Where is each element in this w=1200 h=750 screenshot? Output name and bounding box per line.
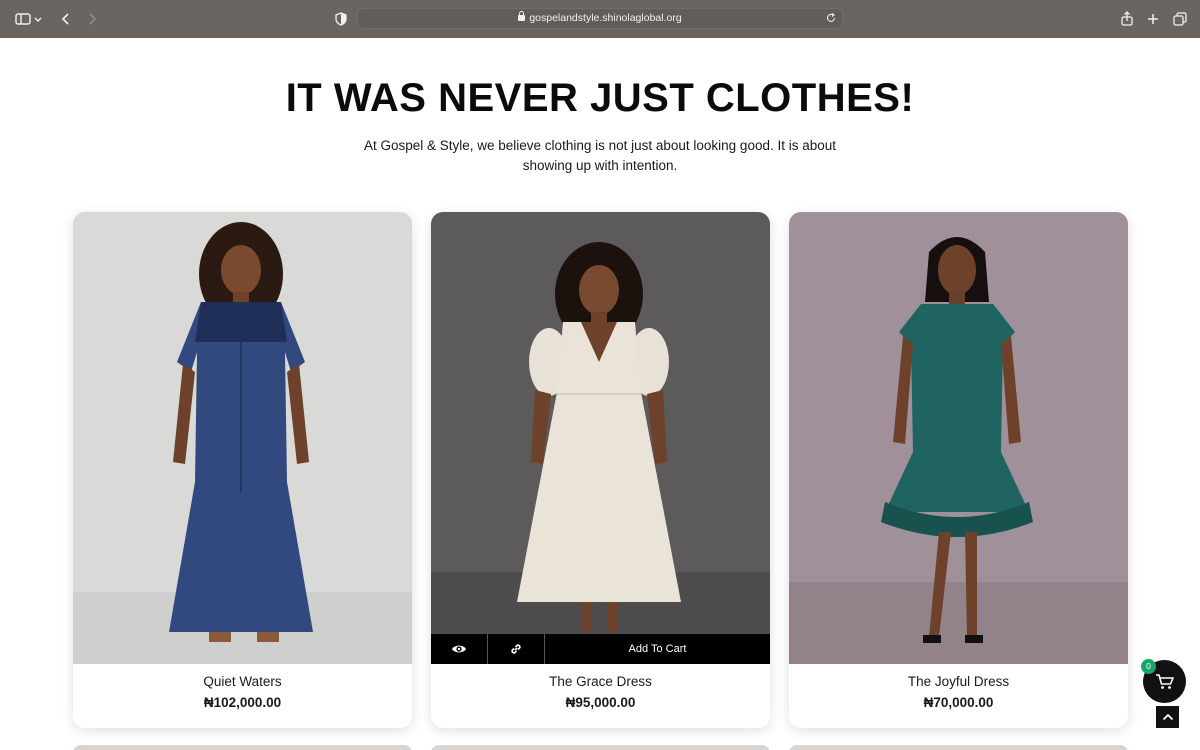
- product-card-next-row: [431, 745, 770, 750]
- quick-view-button[interactable]: [431, 634, 488, 664]
- reload-icon[interactable]: [825, 12, 837, 24]
- product-card-next-row: [73, 745, 412, 750]
- sidebar-toggle-icon[interactable]: [14, 10, 32, 28]
- eye-icon: [452, 645, 466, 653]
- url-text: gospelandstyle.shinolaglobal.org: [529, 12, 682, 24]
- lock-icon: [518, 11, 526, 21]
- product-name[interactable]: The Joyful Dress: [789, 674, 1128, 689]
- product-card[interactable]: Add To Cart The Grace Dress ₦95,000.00: [431, 212, 770, 728]
- address-bar[interactable]: gospelandstyle.shinolaglobal.org: [357, 8, 843, 29]
- product-price: ₦95,000.00: [565, 695, 636, 710]
- model-photo-grace-dress: [431, 212, 770, 664]
- product-card[interactable]: The Joyful Dress ₦70,000.00: [789, 212, 1128, 728]
- copy-link-button[interactable]: [488, 634, 545, 664]
- forward-icon[interactable]: [83, 10, 101, 28]
- product-price: ₦102,000.00: [203, 695, 282, 710]
- tab-overview-icon[interactable]: [1171, 10, 1189, 28]
- page-title: IT WAS NEVER JUST CLOTHES!: [285, 76, 915, 120]
- product-image[interactable]: [789, 212, 1128, 664]
- product-card-next-row: [789, 745, 1128, 750]
- product-name[interactable]: Quiet Waters: [73, 674, 412, 689]
- chevron-down-icon[interactable]: [33, 10, 43, 28]
- product-actions-bar: Add To Cart: [431, 634, 770, 664]
- product-card[interactable]: Quiet Waters ₦102,000.00: [73, 212, 412, 728]
- back-icon[interactable]: [57, 10, 75, 28]
- product-price: ₦70,000.00: [923, 695, 994, 710]
- hero-subtitle-line-2: showing up with intention.: [522, 158, 678, 173]
- share-icon[interactable]: [1118, 10, 1136, 28]
- new-tab-icon[interactable]: [1144, 10, 1162, 28]
- chevron-up-icon: [1162, 713, 1173, 721]
- cart-icon: [1155, 673, 1174, 689]
- back-to-top-button[interactable]: [1156, 706, 1179, 728]
- link-icon: [511, 644, 521, 654]
- hero-subtitle: At Gospel & Style, we believe clothing i…: [350, 136, 850, 176]
- add-to-cart-button[interactable]: Add To Cart: [545, 634, 770, 664]
- product-image[interactable]: [431, 212, 770, 664]
- cart-count-badge: 0: [1141, 659, 1156, 674]
- product-name[interactable]: The Grace Dress: [431, 674, 770, 689]
- model-photo-joyful-dress: [789, 212, 1128, 664]
- browser-toolbar: gospelandstyle.shinolaglobal.org: [0, 0, 1200, 38]
- privacy-shield-icon[interactable]: [332, 10, 350, 28]
- hero-subtitle-line-1: At Gospel & Style, we believe clothing i…: [363, 138, 837, 153]
- product-image[interactable]: [73, 212, 412, 664]
- model-photo-quiet-waters: [73, 212, 412, 664]
